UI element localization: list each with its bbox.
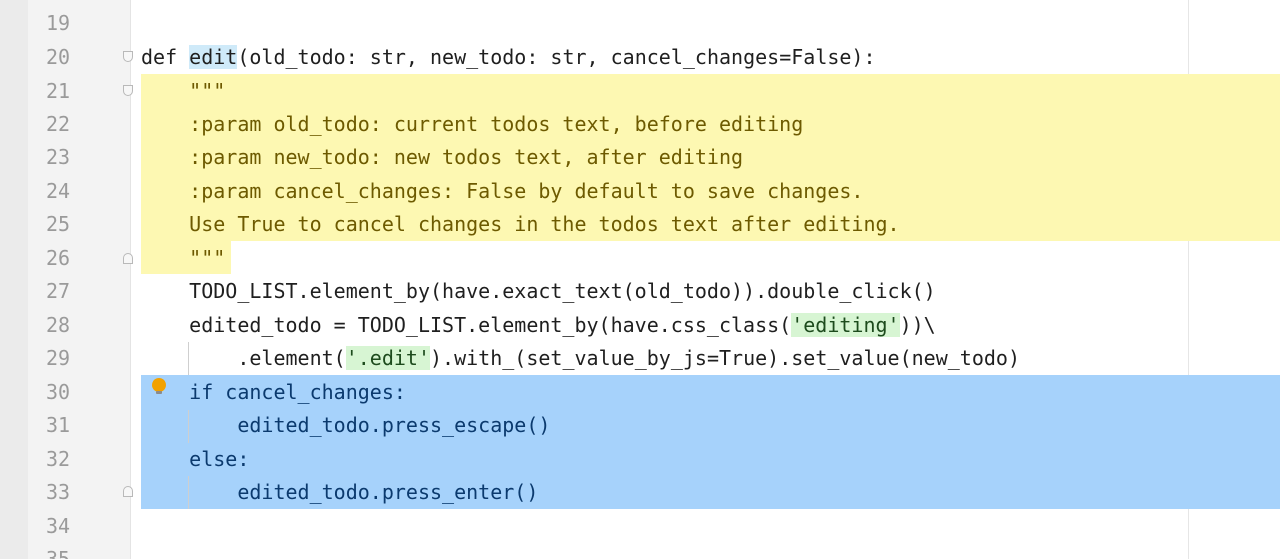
code-line[interactable]: 35	[0, 542, 1280, 559]
docstring-text: :param old_todo: current todos text, bef…	[141, 112, 804, 136]
code-line[interactable]: 32 else:	[0, 442, 1280, 476]
string-literal: '.edit'	[345, 346, 430, 370]
string-literal: 'editing'	[791, 313, 900, 337]
line-number: 30	[46, 380, 71, 404]
code-text: edited_todo = TODO_LIST.element_by(have.…	[141, 313, 936, 337]
function-name: edit	[189, 45, 238, 69]
code-line[interactable]: 29 .element('.edit').with_(set_value_by_…	[0, 341, 1280, 375]
line-number: 25	[46, 212, 71, 236]
code-line[interactable]: 27 TODO_LIST.element_by(have.exact_text(…	[0, 274, 1280, 308]
code-line[interactable]: 28 edited_todo = TODO_LIST.element_by(ha…	[0, 308, 1280, 342]
line-number: 35	[46, 547, 71, 559]
line-number: 32	[46, 447, 71, 471]
selected-code-text: else:	[141, 447, 250, 471]
code-text: TODO_LIST.element_by(have.exact_text(old…	[141, 279, 936, 303]
code-text: def edit(old_todo: str, new_todo: str, c…	[141, 45, 876, 69]
docstring-text: """	[141, 246, 226, 270]
code-line[interactable]: 24 :param cancel_changes: False by defau…	[0, 174, 1280, 208]
code-line[interactable]: 19	[0, 6, 1280, 40]
selected-code-text: edited_todo.press_enter()	[141, 480, 539, 504]
code-line[interactable]: 34	[0, 509, 1280, 543]
line-number: 24	[46, 179, 71, 203]
line-number: 33	[46, 480, 71, 504]
selected-code-text: edited_todo.press_escape()	[141, 413, 551, 437]
code-line[interactable]: 30 if cancel_changes:	[0, 375, 1280, 409]
code-editor[interactable]: 19 20 def edit(old_todo: str, new_todo: …	[0, 0, 1280, 559]
line-number: 20	[46, 45, 71, 69]
code-line[interactable]: 33 edited_todo.press_enter()	[0, 475, 1280, 509]
line-number: 21	[46, 79, 71, 103]
line-number: 28	[46, 313, 71, 337]
code-line[interactable]: 21 """	[0, 74, 1280, 108]
line-number: 27	[46, 279, 71, 303]
code-text: .element('.edit').with_(set_value_by_js=…	[141, 346, 1021, 370]
line-number: 23	[46, 145, 71, 169]
code-line[interactable]: 23 :param new_todo: new todos text, afte…	[0, 140, 1280, 174]
line-number: 34	[46, 514, 71, 538]
line-number: 29	[46, 346, 71, 370]
line-number: 19	[46, 11, 71, 35]
line-number: 22	[46, 112, 71, 136]
code-line[interactable]: 25 Use True to cancel changes in the tod…	[0, 207, 1280, 241]
docstring-text: :param new_todo: new todos text, after e…	[141, 145, 744, 169]
docstring-text: Use True to cancel changes in the todos …	[141, 212, 900, 236]
docstring-text: """	[141, 79, 226, 103]
line-number: 26	[46, 246, 71, 270]
code-line[interactable]: 22 :param old_todo: current todos text, …	[0, 107, 1280, 141]
line-number: 31	[46, 413, 71, 437]
code-line[interactable]: 26 """	[0, 241, 1280, 275]
docstring-text: :param cancel_changes: False by default …	[141, 179, 864, 203]
code-line[interactable]: 20 def edit(old_todo: str, new_todo: str…	[0, 40, 1280, 74]
keyword-def: def	[141, 45, 190, 69]
selected-code-text: if cancel_changes:	[141, 380, 406, 404]
code-line[interactable]: 31 edited_todo.press_escape()	[0, 408, 1280, 442]
signature: (old_todo: str, new_todo: str, cancel_ch…	[237, 45, 876, 69]
